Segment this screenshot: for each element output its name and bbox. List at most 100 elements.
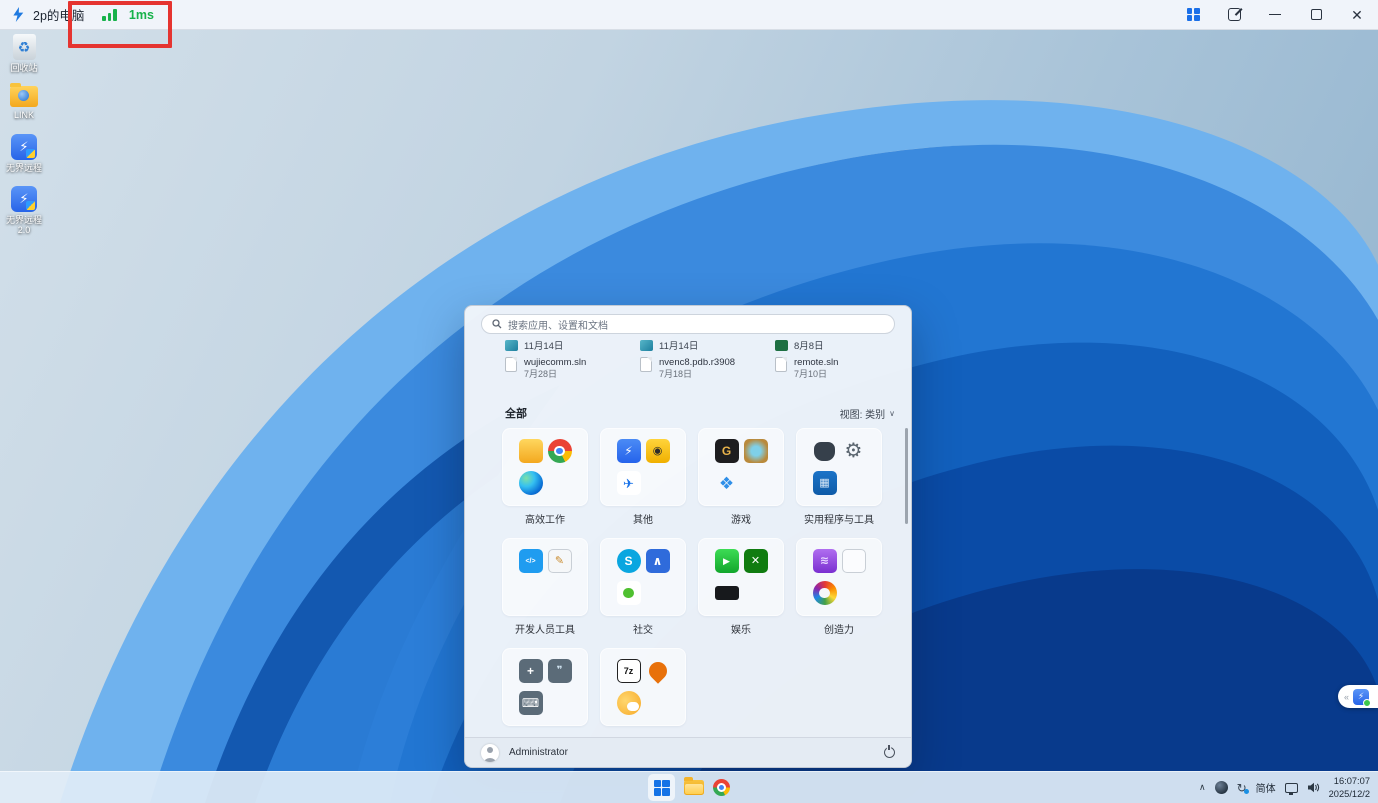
annotation-highlight [68, 1, 172, 48]
folder-icon [10, 86, 38, 107]
desktop-icon-label: 无界远程 [6, 163, 42, 173]
app-logo-lightning-icon [12, 7, 25, 22]
file-name: remote.sln [794, 357, 838, 369]
recent-item[interactable]: 8月8日 [775, 337, 824, 353]
volume-icon[interactable] [1307, 782, 1320, 793]
start-menu-scrollbar[interactable] [905, 428, 908, 524]
remote-desktop-window: 2p的电脑 1ms ✕ ♻回收站 LINK ⚡ 无界远程 ⚡ 无界远程2.0 [0, 0, 1378, 803]
category-tile[interactable]: ≋创造力 [796, 538, 882, 634]
maps-pin-icon [645, 658, 670, 683]
category-tile[interactable]: S∧ 社交 [600, 538, 686, 634]
windows-logo-icon [654, 780, 670, 796]
recommended-file[interactable]: wujiecomm.sln7月28日 [505, 357, 586, 381]
image-editor-icon: ✎ [548, 549, 572, 573]
display-tray-icon[interactable] [1285, 783, 1298, 793]
category-tile[interactable]: ⚙▦ 实用程序与工具 [796, 428, 882, 524]
recent-item[interactable]: 11月14日 [505, 337, 563, 353]
hidden-icons-chevron[interactable]: ∧ [1199, 782, 1206, 793]
desktop-icon-label: 无界远程2.0 [2, 215, 46, 236]
vs-pinwheel-icon [520, 582, 542, 604]
category-tile[interactable]: ⚡◉✈其他 [600, 428, 686, 524]
file-text: remote.sln7月10日 [794, 357, 838, 381]
remote-app-icon: ⚡ [11, 186, 37, 212]
access-cluster-icon [549, 692, 571, 714]
category-label: 社交 [633, 621, 653, 634]
remote-app-bubble-icon: ⚡ [1353, 689, 1369, 705]
category-tile-card: S∧ [600, 538, 686, 616]
minimize-icon [1269, 14, 1281, 16]
start-button[interactable] [648, 774, 675, 801]
clipchamp-icon: ≋ [813, 549, 837, 573]
document-icon [640, 357, 652, 372]
remote-desktop-viewport[interactable]: ♻回收站 LINK ⚡ 无界远程 ⚡ 无界远程2.0 搜索应用、设置和文档 11月14日 1… [0, 30, 1378, 803]
solution-folder-icon [640, 340, 653, 351]
start-search-input[interactable]: 搜索应用、设置和文档 [481, 314, 895, 334]
category-tile[interactable]: +❞⌨ [502, 648, 588, 744]
tray-clock[interactable]: 16:07:07 2025/12/2 [1329, 775, 1370, 799]
category-label: 开发人员工具 [515, 621, 575, 634]
desktop-icon[interactable]: LINK [2, 86, 46, 120]
category-tile-card: 7z [600, 648, 686, 726]
maximize-button[interactable] [1307, 6, 1325, 24]
ime-indicator[interactable]: 简体 [1256, 780, 1276, 795]
user-avatar[interactable] [481, 744, 499, 762]
file-text: wujiecomm.sln7月28日 [524, 357, 586, 381]
recent-item[interactable]: 11月14日 [640, 337, 698, 353]
category-tile[interactable]: G❖游戏 [698, 428, 784, 524]
user-name[interactable]: Administrator [509, 747, 568, 758]
apps-grid-button[interactable] [1184, 6, 1202, 24]
maximize-icon [1311, 9, 1322, 20]
file-explorer-button[interactable] [684, 780, 704, 795]
mountain-app-icon: ∧ [646, 549, 670, 573]
window-titlebar: 2p的电脑 1ms ✕ [0, 0, 1378, 30]
category-tile[interactable]: 7z [600, 648, 686, 744]
desktop-icon[interactable]: ♻回收站 [2, 34, 46, 73]
recommended-file[interactable]: nvenc8.pdb.r39087月18日 [640, 357, 735, 381]
category-label: 实用程序与工具 [804, 511, 874, 524]
close-button[interactable]: ✕ [1348, 6, 1366, 24]
remote-assist-floating-widget[interactable]: « ⚡ [1338, 685, 1378, 708]
recommended-file[interactable]: remote.sln7月10日 [775, 357, 838, 381]
category-tile[interactable]: 高效工作 [502, 428, 588, 524]
chrome-button[interactable] [713, 779, 730, 796]
cat-tool-icon [814, 442, 835, 461]
excel-file-icon [775, 340, 788, 351]
category-tile-card: ▶✕ [698, 538, 784, 616]
edge-icon [519, 471, 543, 495]
magnifier-tool-icon: + [519, 659, 543, 683]
browser-tray-icon[interactable] [1215, 781, 1228, 794]
compose-note-button[interactable] [1225, 6, 1243, 24]
tray-time: 16:07:07 [1329, 775, 1370, 787]
desktop-icon[interactable]: ⚡ 无界远程 [2, 134, 46, 173]
taskbar: ∧ ↻ 简体 16:07:07 2025/12/2 [0, 771, 1378, 803]
sync-tray-icon[interactable]: ↻ [1237, 782, 1247, 794]
start-menu: 搜索应用、设置和文档 11月14日 11月14日 8月8日 wujiecomm.sl… [464, 305, 912, 768]
category-tile-card: ⚙▦ [796, 428, 882, 506]
photos-cluster-icon [647, 692, 669, 714]
file-name: wujiecomm.sln [524, 357, 586, 369]
file-name: nvenc8.pdb.r3908 [659, 357, 735, 369]
category-tile[interactable]: </>✎开发人员工具 [502, 538, 588, 634]
compose-note-icon [1228, 8, 1241, 21]
category-tile[interactable]: ▶✕ 娱乐 [698, 538, 784, 634]
recent-item-date: 11月14日 [524, 338, 563, 352]
xbox-icon: ✕ [744, 549, 768, 573]
file-text: nvenc8.pdb.r39087月18日 [659, 357, 735, 381]
all-apps-label: 全部 [505, 405, 527, 421]
category-label: 娱乐 [731, 621, 751, 634]
file-date: 7月10日 [794, 369, 838, 381]
minimize-button[interactable] [1266, 6, 1284, 24]
category-label: 高效工作 [525, 511, 565, 524]
misc-cluster-icon [647, 472, 669, 494]
folder-icon [519, 439, 543, 463]
view-selector[interactable]: 视图: 类别 ∨ [840, 406, 895, 421]
file-date: 7月28日 [524, 369, 586, 381]
desktop-icon[interactable]: ⚡ 无界远程2.0 [2, 186, 46, 236]
desktop-icon-label: 回收站 [10, 63, 37, 73]
settings-gear-icon: ⚙ [842, 439, 866, 463]
remote-app-icon: ⚡ [11, 134, 37, 160]
category-tile-card: G❖ [698, 428, 784, 506]
collapse-chevrons-icon: « [1344, 692, 1349, 702]
power-button[interactable] [884, 747, 895, 758]
paint-palette-icon [813, 581, 837, 605]
